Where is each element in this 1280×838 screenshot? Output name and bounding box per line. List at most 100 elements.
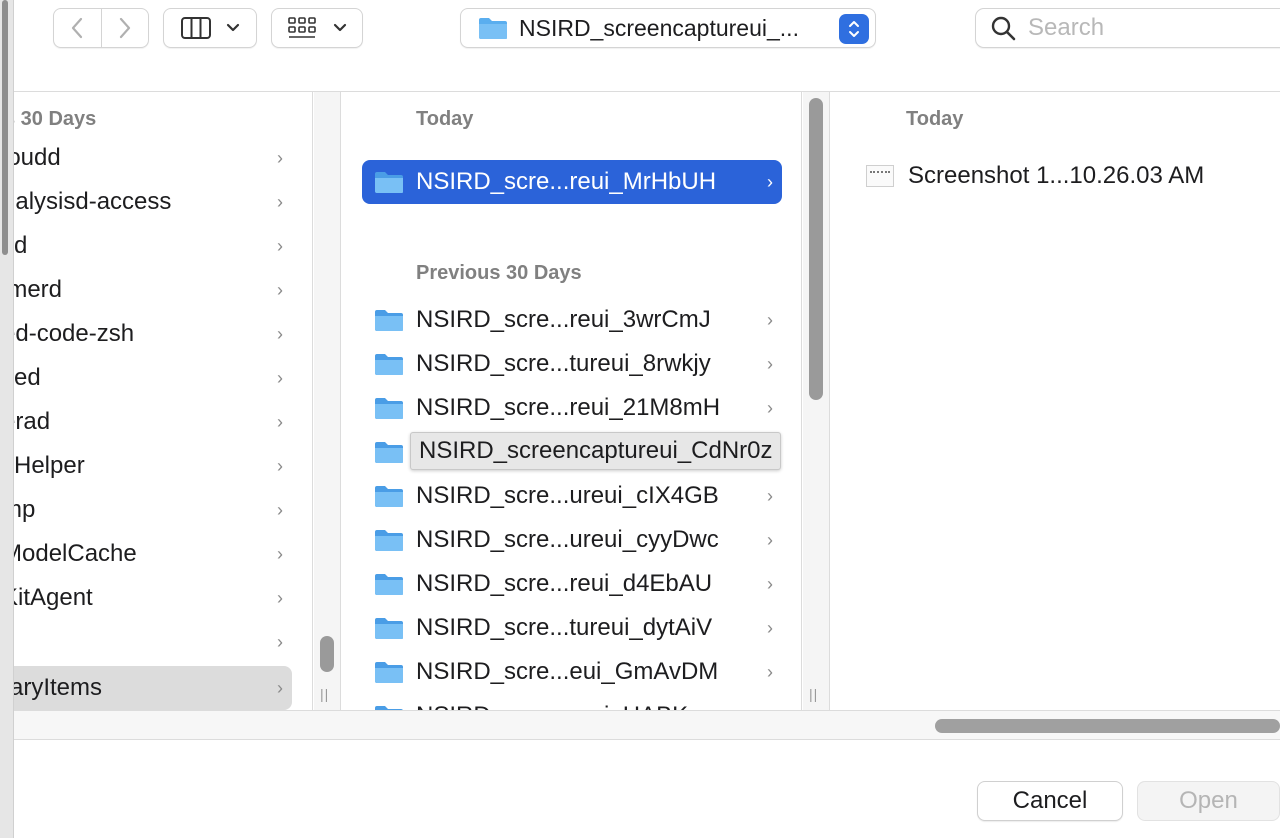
- chevron-left-icon: [72, 17, 83, 39]
- folder-icon: [375, 530, 403, 551]
- list-item[interactable]: KitAgent ›: [14, 576, 292, 620]
- list-item[interactable]: NSIRD_scre...ureui_cyyDwc ›: [362, 518, 782, 562]
- item-label: imerd: [14, 276, 63, 303]
- chevron-right-icon: ›: [277, 587, 283, 608]
- column-resize-handle[interactable]: ||: [320, 686, 329, 702]
- item-label: NSIRD_scre...ureui_cyyDwc: [416, 526, 719, 553]
- folder-icon: [375, 486, 403, 507]
- list-item[interactable]: loudd ›: [14, 136, 292, 180]
- window-edge-strip: [0, 0, 14, 838]
- list-item[interactable]: NSIRD_scre...reui_3wrCmJ ›: [362, 298, 782, 342]
- section-header-previous: Previous 30 Days: [416, 262, 582, 284]
- cancel-button[interactable]: Cancel: [977, 781, 1123, 821]
- forward-button[interactable]: [100, 9, 148, 47]
- section-header-today: Today: [906, 108, 964, 130]
- back-button[interactable]: [54, 9, 101, 47]
- list-item[interactable]: NSIRD_scre...eui_GmAvDM ›: [362, 650, 782, 694]
- chevron-right-icon: ›: [767, 485, 773, 506]
- list-item[interactable]: erad ›: [14, 400, 292, 444]
- list-item[interactable]: NSIRD_scre...reui_HABKa ›: [362, 694, 782, 710]
- item-label: NSIRD_scre...reui_d4EbAU: [416, 570, 713, 597]
- chevron-right-icon: ›: [277, 543, 283, 564]
- chevron-right-icon: ›: [277, 323, 283, 344]
- folder-icon: [479, 18, 507, 39]
- chevron-right-icon: [119, 17, 131, 39]
- item-label: ed-code-zsh: [14, 320, 135, 347]
- list-item[interactable]: NSIRD_scre...reui_21M8mH ›: [362, 386, 782, 430]
- section-header-today: Today: [416, 108, 474, 130]
- item-label: NSIRD_scre...ureui_cIX4GB: [416, 482, 719, 509]
- folder-icon: [375, 706, 403, 710]
- chevron-right-icon: ›: [767, 353, 773, 374]
- chevron-right-icon: ›: [277, 147, 283, 168]
- search-field[interactable]: [975, 8, 1280, 48]
- chevron-right-icon: ›: [277, 367, 283, 388]
- chevron-right-icon: ›: [277, 235, 283, 256]
- chevron-right-icon: ›: [277, 455, 283, 476]
- item-label: nalysisd-access: [14, 188, 172, 215]
- folder-icon: [375, 574, 403, 595]
- list-item[interactable]: imerd ›: [14, 268, 292, 312]
- scroll-thumb[interactable]: [809, 98, 823, 400]
- list-item[interactable]: t›: [14, 620, 292, 664]
- chevron-right-icon: ›: [277, 631, 283, 652]
- list-item-selected[interactable]: raryItems ›: [14, 666, 292, 710]
- item-label: NSIRD_scre...tureui_dytAiV: [416, 614, 713, 641]
- rename-tooltip: NSIRD_screencaptureui_CdNr0z: [410, 432, 782, 470]
- up-down-stepper-icon: [839, 14, 869, 44]
- horizontal-scrollbar[interactable]: [14, 710, 1280, 740]
- chevron-right-icon: ›: [767, 309, 773, 330]
- folder-icon: [375, 442, 403, 463]
- list-item[interactable]: NSIRD_scre...ureui_cIX4GB ›: [362, 474, 782, 518]
- chevron-right-icon: ›: [277, 279, 283, 300]
- list-item[interactable]: NSIRD_scre...tureui_8rwkjy ›: [362, 342, 782, 386]
- list-item[interactable]: nalysisd-access ›: [14, 180, 292, 224]
- list-item[interactable]: ed-code-zsh ›: [14, 312, 292, 356]
- list-item[interactable]: xHelper ›: [14, 444, 292, 488]
- item-label: NSIRD_scre...tureui_8rwkjy: [416, 350, 711, 377]
- search-input[interactable]: [1028, 14, 1278, 42]
- nav-buttons: [53, 8, 149, 48]
- chevron-right-icon: ›: [277, 191, 283, 212]
- column-1: s 30 Days loudd › nalysisd-access › itd › i…: [14, 92, 313, 710]
- view-mode-button[interactable]: [163, 8, 257, 48]
- column-resize-handle[interactable]: ||: [809, 686, 818, 702]
- column-2: Today NSIRD_scre...reui_MrHbUH › Previou…: [342, 92, 802, 710]
- item-label: NSIRD_scre...reui_MrHbUH: [416, 168, 717, 195]
- list-item[interactable]: ved ›: [14, 356, 292, 400]
- column-1-scrollbar[interactable]: ||: [314, 92, 341, 710]
- columns-view-icon: [181, 17, 211, 39]
- grid-group-icon: [288, 17, 316, 38]
- list-item[interactable]: mp ›: [14, 488, 292, 532]
- list-item[interactable]: itd ›: [14, 224, 292, 268]
- list-item-selected[interactable]: NSIRD_scre...reui_MrHbUH ›: [362, 160, 782, 204]
- chevron-right-icon: ›: [277, 677, 283, 698]
- column-2-scrollbar[interactable]: ||: [803, 92, 830, 710]
- scroll-thumb[interactable]: [320, 636, 334, 672]
- chevron-down-icon: [226, 23, 240, 32]
- file-item[interactable]: Screenshot 1...10.26.03 AM: [866, 162, 1204, 190]
- screenshot-file-icon: [866, 165, 894, 187]
- group-by-button[interactable]: [271, 8, 363, 48]
- item-label: Screenshot 1...10.26.03 AM: [908, 162, 1205, 189]
- dialog-footer: Cancel Open: [14, 741, 1280, 838]
- item-label: erad: [14, 408, 51, 435]
- chevron-right-icon: ›: [767, 573, 773, 594]
- section-header: s 30 Days: [14, 108, 97, 130]
- horizontal-scroll-thumb[interactable]: [935, 719, 1280, 733]
- open-button[interactable]: Open: [1137, 781, 1280, 821]
- path-popup-button[interactable]: NSIRD_screencaptureui_...: [460, 8, 876, 48]
- list-item[interactable]: NSIRD_scre...reui_d4EbAU ›: [362, 562, 782, 606]
- item-label: xHelper: [14, 452, 85, 479]
- item-label: NSIRD_scre...eui_GmAvDM: [416, 658, 719, 685]
- chevron-right-icon: ›: [767, 397, 773, 418]
- item-label: KitAgent: [14, 584, 93, 611]
- folder-icon: [375, 662, 403, 683]
- list-item[interactable]: ModelCache ›: [14, 532, 292, 576]
- list-item[interactable]: NSIRD_scre...tureui_dytAiV ›: [362, 606, 782, 650]
- chevron-down-icon: [333, 23, 347, 32]
- toolbar: NSIRD_screencaptureui_...: [14, 0, 1280, 92]
- chevron-right-icon: ›: [767, 171, 773, 192]
- item-label: loudd: [14, 144, 61, 171]
- edge-scroll-thumb: [2, 0, 8, 255]
